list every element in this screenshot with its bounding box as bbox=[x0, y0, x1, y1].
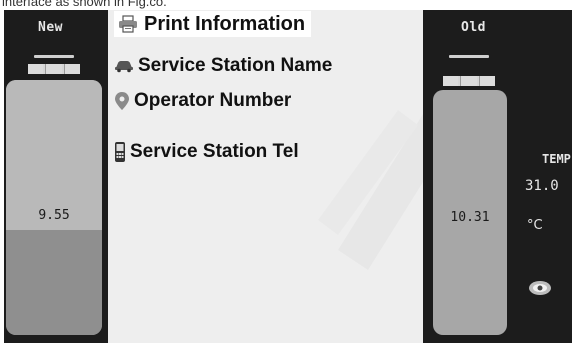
old-tube-cap bbox=[443, 76, 495, 86]
device-screen: New 9.55 Print Information Service Stati… bbox=[4, 10, 572, 343]
temp-label: TEMP bbox=[542, 152, 571, 166]
new-fluid-tube: 9.55 bbox=[6, 80, 102, 335]
printer-icon bbox=[118, 15, 138, 33]
menu-title-bar[interactable]: Print Information bbox=[114, 11, 312, 37]
caption-strip: interface as shown in Fig.co. bbox=[0, 0, 576, 10]
old-panel-title: Old bbox=[461, 20, 486, 35]
new-panel-title: New bbox=[38, 20, 63, 35]
new-tube-lower-fill bbox=[6, 230, 102, 335]
menu-title: Print Information bbox=[144, 12, 306, 35]
new-tube-cap-line bbox=[34, 55, 74, 58]
phone-icon bbox=[114, 141, 126, 163]
old-fluid-value: 10.31 bbox=[450, 210, 490, 225]
menu-item-operator-number[interactable]: Operator Number bbox=[114, 89, 291, 113]
temp-value: 31.0 bbox=[525, 178, 559, 194]
print-information-menu: Print Information Service Station Name O… bbox=[108, 10, 468, 343]
temp-unit: °C bbox=[527, 218, 543, 233]
old-fluid-tube: 10.31 bbox=[433, 90, 507, 335]
menu-item-label: Service Station Name bbox=[138, 55, 333, 76]
old-tube-cap-line bbox=[449, 55, 489, 58]
menu-item-service-station-name[interactable]: Service Station Name bbox=[114, 54, 332, 78]
new-fluid-value: 9.55 bbox=[38, 208, 70, 223]
new-tube-cap bbox=[28, 64, 80, 74]
location-pin-icon bbox=[114, 91, 130, 111]
menu-item-label: Operator Number bbox=[134, 90, 292, 111]
menu-item-service-station-tel[interactable]: Service Station Tel bbox=[114, 140, 299, 164]
menu-item-label: Service Station Tel bbox=[130, 141, 299, 162]
new-fluid-panel: New 9.55 bbox=[4, 10, 108, 343]
caption-text: interface as shown in Fig.co. bbox=[2, 0, 167, 9]
car-icon bbox=[114, 59, 134, 73]
eye-icon[interactable] bbox=[528, 280, 552, 296]
